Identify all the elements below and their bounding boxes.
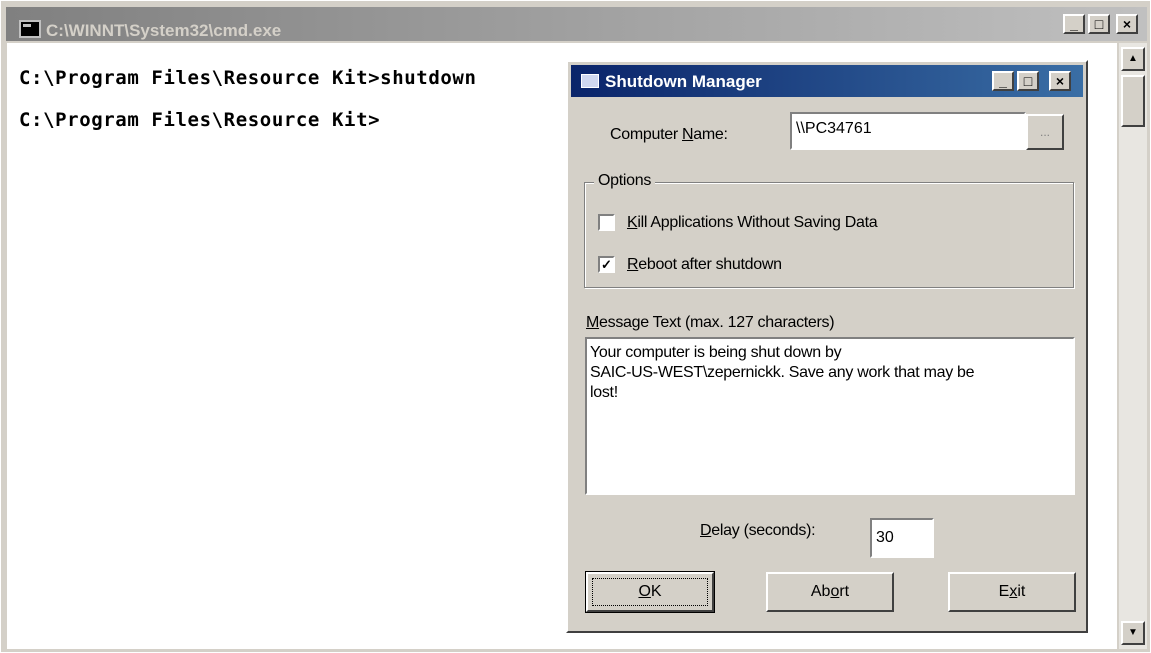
dialog-close-button[interactable]: × <box>1049 71 1071 91</box>
message-text-mnemonic: M <box>586 314 600 331</box>
scrollbar-thumb[interactable] <box>1121 75 1145 127</box>
computer-name-label: Computer Name: <box>610 126 728 144</box>
scroll-up-arrow-icon[interactable]: ▲ <box>1121 47 1145 71</box>
dialog-maximize-button[interactable]: □ <box>1017 71 1039 91</box>
browse-computer-button[interactable]: ... <box>1026 114 1064 150</box>
computer-name-input[interactable]: \\PC34761 <box>790 112 1026 150</box>
cmd-window-title: C:\WINNT\System32\cmd.exe <box>46 21 282 40</box>
message-line: SAIC-US-WEST\zepernickk. Save any work t… <box>590 364 975 381</box>
delay-mnemonic: D <box>700 522 712 539</box>
ok-button[interactable]: OK <box>585 571 715 613</box>
kill-applications-checkbox[interactable] <box>598 214 615 231</box>
kill-applications-mnemonic: K <box>627 214 638 231</box>
message-text-label-text: essage Text (max. 127 characters) <box>599 314 835 331</box>
console-icon[interactable] <box>19 20 41 38</box>
exit-label-start: E <box>998 583 1010 600</box>
dialog-minimize-button[interactable]: _ <box>992 71 1014 91</box>
message-text-area[interactable]: Your computer is being shut down by SAIC… <box>585 337 1075 495</box>
kill-applications-text: ill Applications Without Saving Data <box>637 214 878 231</box>
delay-label: Delay (seconds): <box>700 522 816 540</box>
computer-name-label-text: Computer <box>610 126 682 143</box>
options-group-label: Options <box>594 172 656 190</box>
abort-label-start: Ab <box>810 583 831 600</box>
exit-button[interactable]: Ex it <box>948 572 1076 612</box>
scroll-down-arrow-icon[interactable]: ▼ <box>1121 621 1145 645</box>
delay-seconds-input[interactable]: 30 <box>870 518 934 558</box>
kill-applications-label[interactable]: Kill Applications Without Saving Data <box>627 214 878 232</box>
shutdown-manager-icon[interactable] <box>581 74 599 88</box>
cmd-maximize-button[interactable]: □ <box>1088 14 1110 34</box>
console-line: C:\Program Files\Resource Kit>shutdown <box>19 67 477 89</box>
computer-name-label-mnemonic: N <box>682 126 694 143</box>
abort-label-end: rt <box>839 583 850 600</box>
reboot-checkbox[interactable]: ✓ <box>598 256 615 273</box>
delay-label-text: elay (seconds): <box>711 522 816 539</box>
cmd-title-bar[interactable]: C:\WINNT\System32\cmd.exe _ □ × <box>6 7 1147 41</box>
abort-mnemonic: o <box>830 583 840 600</box>
shutdown-manager-dialog: Shutdown Manager _ □ × Computer Name: \\… <box>566 60 1088 633</box>
abort-button[interactable]: Ab o rt <box>766 572 894 612</box>
message-line: Your computer is being shut down by <box>590 344 842 361</box>
exit-label-end: it <box>1017 583 1026 600</box>
focus-rectangle <box>592 578 708 606</box>
vertical-scrollbar[interactable]: ▲ ▼ <box>1119 43 1147 649</box>
dialog-title: Shutdown Manager <box>605 72 762 91</box>
message-line: lost! <box>590 384 618 401</box>
reboot-label[interactable]: Reboot after shutdown <box>627 256 782 274</box>
cmd-close-button[interactable]: × <box>1116 14 1138 34</box>
dialog-title-bar[interactable]: Shutdown Manager _ □ × <box>571 65 1083 97</box>
computer-name-label-text-end: ame: <box>693 126 728 143</box>
reboot-mnemonic: R <box>627 256 639 273</box>
exit-mnemonic: x <box>1009 583 1018 600</box>
message-text-label: Message Text (max. 127 characters) <box>586 314 835 332</box>
console-line: C:\Program Files\Resource Kit> <box>19 109 381 131</box>
cmd-minimize-button[interactable]: _ <box>1063 14 1085 34</box>
reboot-text: eboot after shutdown <box>638 256 782 273</box>
